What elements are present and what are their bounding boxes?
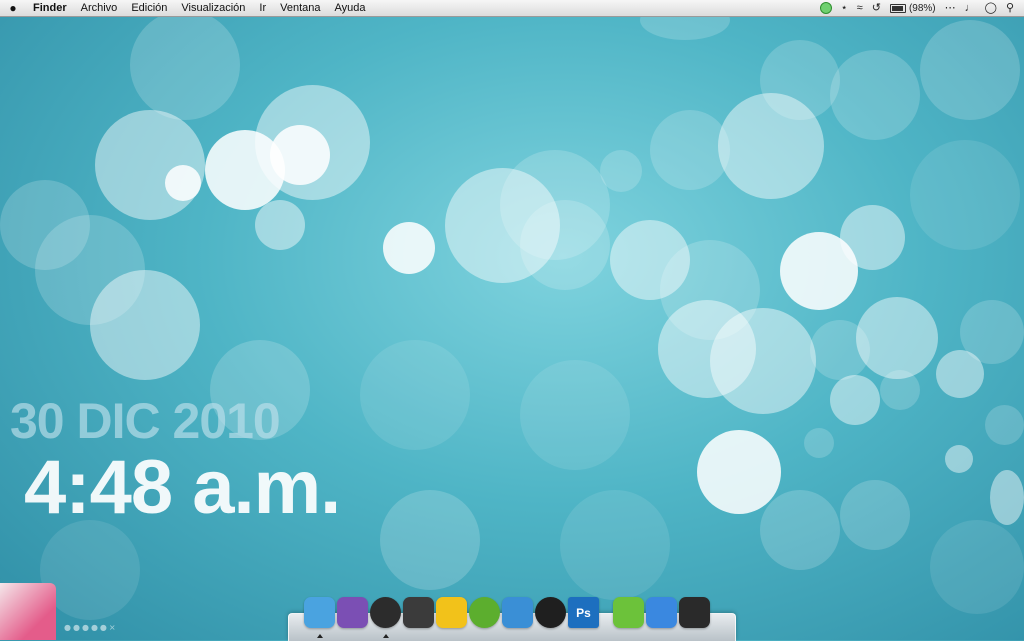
clock-icon[interactable]: ◯ — [985, 0, 997, 16]
menu-ayuda[interactable]: Ayuda — [328, 0, 373, 16]
frog-app-icon[interactable] — [469, 597, 500, 628]
time-machine-icon[interactable]: ↺ — [872, 0, 881, 16]
stack-app-icon[interactable] — [613, 597, 644, 628]
running-indicator — [382, 634, 389, 638]
messenger-icon[interactable] — [502, 597, 533, 628]
menu-edicion[interactable]: Edición — [124, 0, 174, 16]
menu-bar: ● Finder Archivo Edición Visualización I… — [0, 0, 1024, 17]
volume-icon[interactable]: ♩ — [965, 0, 976, 16]
battery-percent: (98%) — [908, 2, 936, 14]
cyberduck-icon[interactable] — [436, 597, 467, 628]
menu-archivo[interactable]: Archivo — [74, 0, 125, 16]
battery-status[interactable]: (98%) — [889, 2, 936, 14]
itunes-icon[interactable] — [370, 597, 401, 638]
finder-icon[interactable] — [304, 597, 335, 638]
status-circle-icon[interactable] — [819, 2, 832, 14]
desktop-time: 4:48 a.m. — [24, 445, 341, 530]
terminal-icon[interactable] — [679, 597, 710, 628]
keyboard-icon[interactable]: ⋯ — [945, 0, 956, 16]
running-indicator — [316, 634, 323, 638]
menu-ir[interactable]: Ir — [252, 0, 273, 16]
spotlight-icon[interactable]: ⚲ — [1006, 0, 1014, 16]
battery-icon — [889, 3, 906, 13]
tuxedo-app-icon[interactable] — [535, 597, 566, 628]
page-dots: ●●●●●× — [64, 623, 118, 632]
app-store-icon[interactable] — [646, 597, 677, 628]
menu-app-finder[interactable]: Finder — [26, 0, 74, 16]
dock: Ps — [304, 596, 710, 638]
camera-icon[interactable] — [403, 597, 434, 628]
desktop-date: 30 DIC 2010 — [10, 393, 281, 449]
wifi-icon[interactable]: ≈ — [857, 0, 863, 16]
corner-widget[interactable] — [0, 583, 56, 640]
status-area: ⋆ ≈ ↺ (98%) ⋯ ♩ ◯ ⚲ — [819, 0, 1024, 16]
apple-menu-icon[interactable]: ● — [0, 1, 26, 15]
menu-ventana[interactable]: Ventana — [273, 0, 327, 16]
menu-visualizacion[interactable]: Visualización — [174, 0, 252, 16]
photoshop-icon[interactable]: Ps — [568, 597, 599, 628]
photoshop-label: Ps — [576, 605, 591, 620]
bluetooth-icon[interactable]: ⋆ — [841, 0, 848, 16]
adium-icon[interactable] — [337, 597, 368, 628]
